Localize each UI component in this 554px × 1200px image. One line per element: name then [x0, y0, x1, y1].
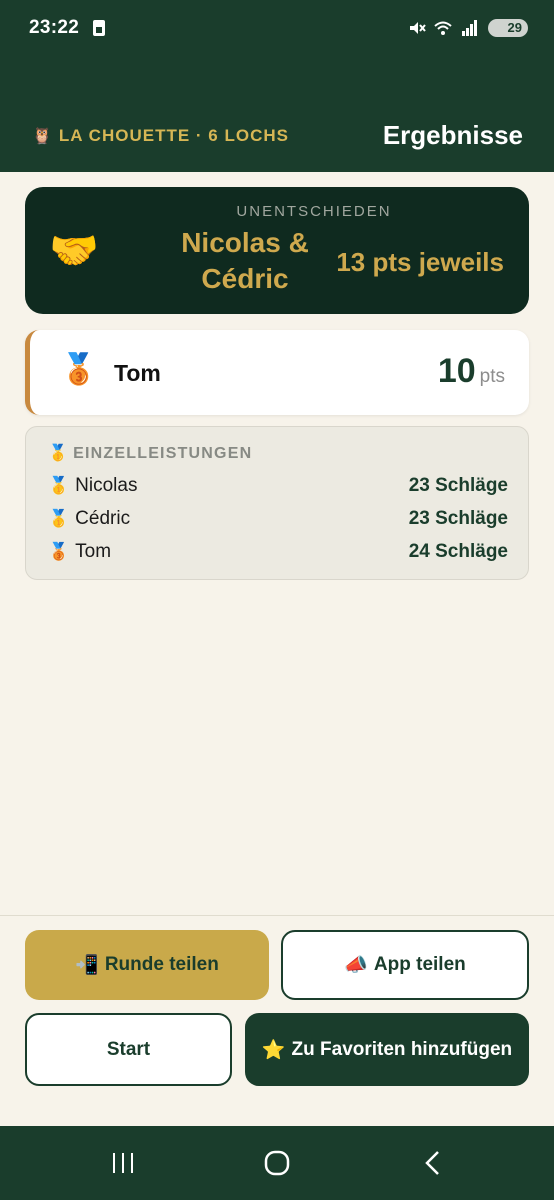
- recent-apps-icon[interactable]: [73, 1126, 173, 1200]
- game-subtitle: 🦉 LA CHOUETTE · 6 LOCHS: [32, 126, 289, 146]
- list-item: 🥉 Tom 24 Schläge: [48, 541, 508, 569]
- game-subtitle-text: LA CHOUETTE · 6 LOCHS: [58, 126, 289, 145]
- share-round-button[interactable]: 📲 Runde teilen: [25, 930, 269, 1000]
- status-time: 23:22: [29, 17, 80, 38]
- third-place-score-value: 10: [437, 352, 476, 390]
- share-app-label: App teilen: [373, 954, 466, 975]
- winner-names-line2: Cédric: [201, 263, 289, 294]
- third-place-card: 🥉 Tom 10 pts: [25, 330, 529, 415]
- footer-divider: [0, 915, 554, 916]
- star-icon: ⭐: [261, 1039, 286, 1061]
- third-place-score-unit: pts: [479, 366, 505, 387]
- player-name: Cédric: [75, 508, 131, 529]
- winner-label: UNENTSCHIEDEN: [236, 203, 392, 220]
- winner-points: 13 pts jeweils: [336, 247, 504, 277]
- phone-share-icon: 📲: [75, 955, 99, 976]
- signal-icon: [462, 20, 477, 36]
- system-nav-bar: [0, 1126, 554, 1200]
- player-strokes: 23 Schläge: [408, 508, 508, 529]
- player-name: Nicolas: [75, 475, 138, 496]
- player-name: Tom: [75, 541, 112, 562]
- wifi-icon: [434, 21, 452, 35]
- winner-card: UNENTSCHIEDEN 🤝 Nicolas & Cédric 13 pts …: [25, 187, 529, 314]
- gold-medal-icon: 🥇: [48, 509, 70, 528]
- app-header: 23:22 29 🦉 LA CHOUETTE · 6 LOCHS Ergebnis…: [0, 0, 554, 172]
- winner-names: Nicolas & Cédric: [145, 225, 345, 297]
- individual-results-title-text: EINZELLEISTUNGEN: [73, 445, 253, 462]
- mute-icon: [410, 22, 426, 34]
- status-bar: 23:22 29: [0, 0, 554, 56]
- start-label: Start: [106, 1038, 151, 1060]
- list-item: 🥇 Nicolas 23 Schläge: [48, 475, 508, 503]
- gold-medal-icon: 🥇: [48, 445, 70, 462]
- bronze-medal-icon: 🥉: [60, 353, 98, 386]
- add-favorite-label: Zu Favoriten hinzufügen: [291, 1038, 513, 1060]
- third-place-score: 10 pts: [438, 352, 505, 391]
- sim-card-icon: [93, 20, 105, 36]
- gold-medal-icon: 🥇: [48, 476, 70, 495]
- third-place-name: Tom: [114, 360, 161, 386]
- share-round-label: Runde teilen: [104, 954, 219, 975]
- winner-names-line1: Nicolas &: [181, 227, 309, 258]
- bronze-medal-icon: 🥉: [48, 542, 70, 561]
- individual-results-title: 🥇 EINZELLEISTUNGEN: [48, 443, 252, 463]
- megaphone-icon: 📣: [344, 955, 368, 976]
- start-button[interactable]: Start: [25, 1013, 232, 1086]
- add-favorite-button[interactable]: ⭐ Zu Favoriten hinzufügen: [245, 1013, 529, 1086]
- home-icon[interactable]: [227, 1126, 327, 1200]
- player-strokes: 23 Schläge: [408, 475, 508, 496]
- handshake-icon: 🤝: [49, 229, 99, 273]
- player-strokes: 24 Schläge: [408, 541, 508, 562]
- back-icon[interactable]: [383, 1126, 483, 1200]
- owl-icon: 🦉: [32, 128, 53, 145]
- page-title: Ergebnisse: [382, 120, 523, 150]
- list-item: 🥇 Cédric 23 Schläge: [48, 508, 508, 536]
- individual-results-card: 🥇 EINZELLEISTUNGEN 🥇 Nicolas 23 Schläge 🥇 C…: [25, 426, 529, 580]
- battery-icon: 29: [488, 19, 528, 37]
- share-app-button[interactable]: 📣 App teilen: [281, 930, 529, 1000]
